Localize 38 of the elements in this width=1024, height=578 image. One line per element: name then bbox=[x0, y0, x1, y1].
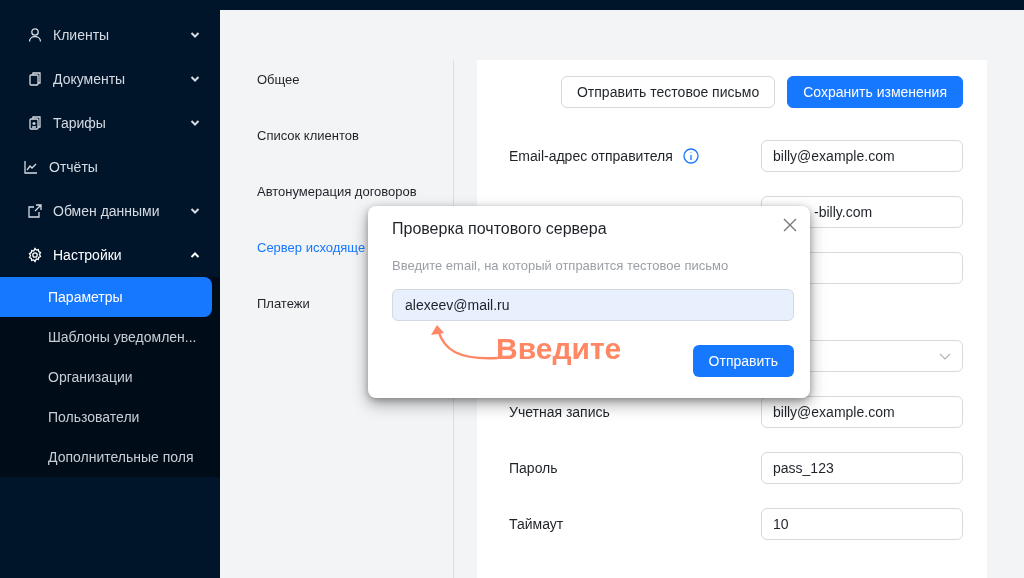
user-icon bbox=[27, 27, 43, 43]
settings-nav-item[interactable]: Сервер исходяще bbox=[257, 219, 366, 275]
dialog-hint: Введите email, на который отправится тестовое письмо bbox=[392, 258, 730, 273]
settings-nav-item[interactable]: Платежи bbox=[257, 275, 310, 331]
sidebar-item[interactable]: Клиенты bbox=[0, 13, 220, 57]
edit-icon bbox=[27, 203, 43, 219]
sidebar-item[interactable]: Документы bbox=[0, 57, 220, 101]
settings-nav-item[interactable]: Общее bbox=[257, 51, 300, 107]
sidebar-subitem[interactable]: Шаблоны уведомлен... bbox=[0, 317, 212, 357]
field-label: Таймаут bbox=[509, 516, 564, 532]
send-test-button[interactable]: Отправить тестовое письмо bbox=[561, 76, 776, 108]
input-field[interactable]: pass_123 bbox=[761, 452, 963, 484]
settings-icon bbox=[27, 247, 43, 263]
settings-nav-item[interactable]: Автонумерация договоров bbox=[257, 163, 417, 219]
sidebar-subitem[interactable]: Организации bbox=[0, 357, 212, 397]
sidebar-subitem[interactable]: Пользователи bbox=[0, 397, 212, 437]
send-button[interactable]: Отправить bbox=[692, 345, 794, 377]
field-label: Пароль bbox=[509, 460, 558, 476]
annotation-text: Введите bbox=[496, 332, 622, 366]
field-label: Email-адрес отправителя bbox=[509, 148, 673, 164]
settings-nav-item[interactable]: Список клиентов bbox=[257, 107, 359, 163]
sidebar-subitem[interactable]: Параметры bbox=[0, 277, 212, 317]
input-field[interactable]: billy@example.com bbox=[761, 140, 963, 172]
document-icon bbox=[27, 115, 43, 131]
email-field[interactable]: alexeev@mail.ru bbox=[392, 289, 794, 321]
chart-icon bbox=[23, 159, 39, 175]
field-label: Учетная запись bbox=[509, 404, 610, 420]
sidebar-item[interactable]: Настройки bbox=[0, 233, 220, 277]
sidebar-item[interactable]: Обмен данными bbox=[0, 189, 220, 233]
input-field[interactable]: 10 bbox=[761, 508, 963, 540]
sidebar-subitem[interactable]: Дополнительные поля bbox=[0, 437, 212, 477]
close-icon[interactable] bbox=[782, 217, 798, 233]
dialog-title: Проверка почтового сервера bbox=[392, 219, 607, 239]
sidebar-item[interactable]: Отчёты bbox=[0, 145, 220, 189]
save-button[interactable]: Сохранить изменения bbox=[787, 76, 963, 108]
sidebar-item[interactable]: Тарифы bbox=[0, 101, 220, 145]
info-icon[interactable] bbox=[682, 148, 699, 164]
documents-icon bbox=[27, 71, 43, 87]
